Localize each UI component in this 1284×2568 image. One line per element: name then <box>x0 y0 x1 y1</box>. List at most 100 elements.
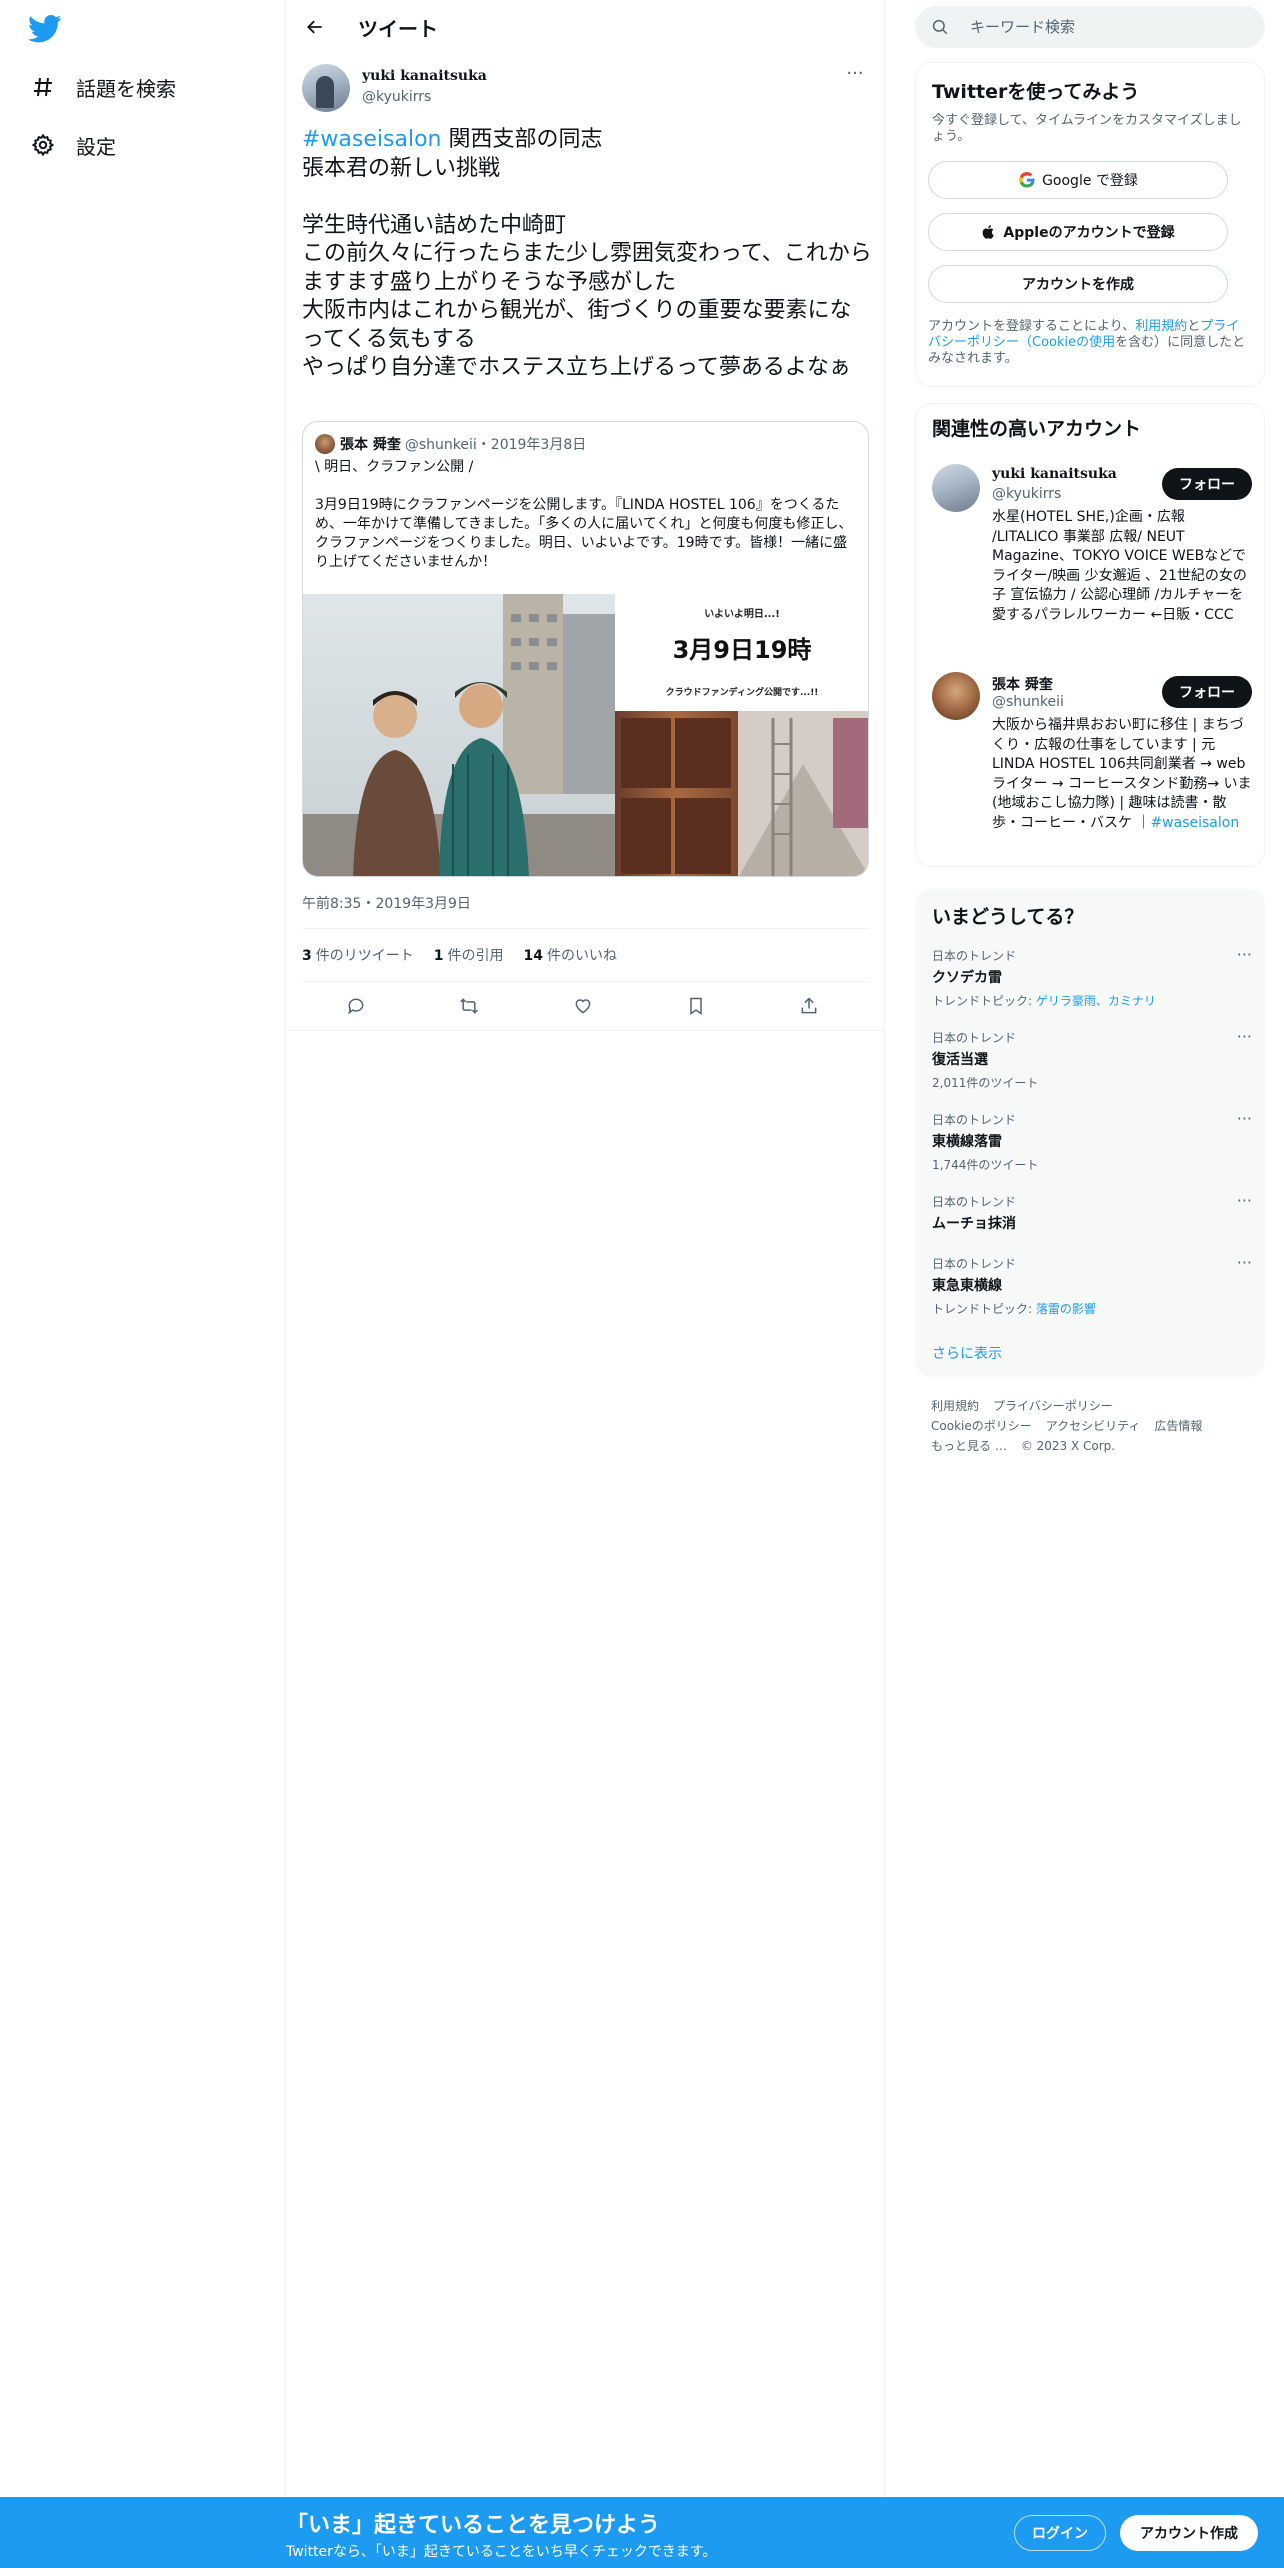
related-card-title: 関連性の高いアカウント <box>932 418 1142 440</box>
tweet-stats: 3 件のリツイート 1 件の引用 14 件のいいね <box>302 945 637 965</box>
trend-name: 復活当選 <box>932 1052 988 1068</box>
follow-button[interactable]: フォロー <box>1162 676 1252 708</box>
footer-link[interactable]: Cookieのポリシー <box>931 1419 1032 1433</box>
show-more-link[interactable]: さらに表示 <box>932 1343 1002 1363</box>
retweet-icon[interactable] <box>455 992 483 1020</box>
retweets-count: 3 <box>302 948 312 964</box>
more-options-icon[interactable]: ··· <box>1237 1191 1252 1210</box>
avatar[interactable] <box>932 464 980 512</box>
more-options-icon[interactable]: ··· <box>843 65 867 88</box>
quotes-stat[interactable]: 1 件の引用 <box>434 945 504 965</box>
trend-item[interactable]: 日本のトレンド 復活当選 2,011件のツイート ··· <box>932 1027 1252 1091</box>
author-handle[interactable]: @kyukirrs <box>362 89 431 105</box>
search-input[interactable] <box>970 16 1250 38</box>
nav-explore-label: 話題を検索 <box>76 76 176 101</box>
terms-text: アカウントを登録することにより、 <box>928 319 1136 334</box>
more-options-icon[interactable]: ··· <box>1237 1109 1252 1128</box>
likes-count: 14 <box>523 948 543 964</box>
main-column: ツイート yuki kanaitsuka @kyukirrs ··· #wase… <box>286 0 885 2497</box>
login-button[interactable]: ログイン <box>1014 2515 1106 2551</box>
related-account-bio: 水星(HOTEL SHE,)企画・広報 /LITALICO 事業部 広報/ NE… <box>992 509 1247 623</box>
author-name[interactable]: yuki kanaitsuka <box>362 68 487 84</box>
signup-banner: 「いま」起きていることを見つけよう Twitterなら、「いま」起きていることを… <box>0 2497 1284 2568</box>
create-account-label: アカウントを作成 <box>1022 277 1134 293</box>
hashtag-link[interactable]: #waseisalon <box>302 127 441 152</box>
google-signup-label: Google で登録 <box>1042 173 1138 189</box>
avatar[interactable] <box>302 64 350 112</box>
quotes-count: 1 <box>433 948 444 964</box>
more-options-icon[interactable]: ··· <box>1237 945 1252 964</box>
trends-card-title: いまどうしてる？ <box>932 906 1084 928</box>
quoted-author-name: 張本 舜奎 <box>340 437 401 453</box>
footer-link[interactable]: もっと見る … <box>931 1439 1007 1453</box>
footer-link[interactable]: プライバシーポリシー <box>993 1399 1113 1413</box>
follow-button[interactable]: フォロー <box>1162 468 1252 500</box>
related-account-bio: 大阪から福井県おおい町に移住 | まちづくり・広報の仕事をしています | 元LI… <box>992 716 1252 833</box>
more-options-icon[interactable]: ··· <box>1237 1027 1252 1046</box>
related-account-handle[interactable]: @shunkeii <box>992 694 1064 710</box>
footer-link[interactable]: 広告情報 <box>1154 1419 1202 1433</box>
trend-meta: 日本のトレンド <box>932 949 1017 963</box>
related-account-name[interactable]: yuki kanaitsuka <box>992 466 1117 482</box>
bookmark-icon[interactable] <box>682 992 710 1020</box>
footer-link[interactable]: アクセシビリティ <box>1046 1419 1141 1433</box>
tweet-author: yuki kanaitsuka @kyukirrs ··· <box>302 62 867 114</box>
copyright: © 2023 X Corp. <box>1020 1439 1116 1453</box>
signup-card-title: Twitterを使ってみよう <box>932 81 1140 103</box>
trend-item[interactable]: 日本のトレンド 東急東横線 トレンドトピック: 落雷の影響 ··· <box>932 1253 1252 1317</box>
nav-explore[interactable]: 話題を検索 <box>26 67 176 107</box>
create-account-button[interactable]: アカウントを作成 <box>928 265 1228 303</box>
signup-card-desc: 今すぐ登録して、タイムラインをカスタマイズしましょう。 <box>932 113 1242 144</box>
reply-icon[interactable] <box>342 992 370 1020</box>
trend-meta: 日本のトレンド <box>932 1031 1017 1045</box>
trend-sub: 1,744件のツイート <box>932 1158 1039 1172</box>
signup-button[interactable]: アカウント作成 <box>1120 2515 1258 2551</box>
trend-sub: 2,011件のツイート <box>932 1076 1039 1090</box>
search-bar[interactable] <box>915 6 1265 48</box>
page-title: ツイート <box>358 17 438 41</box>
quoted-media-image[interactable]: いよいよ明日...! 3月9日19時 クラウドファンディング公開です...!! <box>303 594 868 876</box>
trend-item[interactable]: 日本のトレンド ムーチョ抹消 ··· <box>932 1191 1252 1233</box>
twitter-logo-icon[interactable] <box>28 14 62 44</box>
tweet-actions <box>302 982 869 1030</box>
media-caption-date: 3月9日19時 <box>673 636 812 664</box>
trend-item[interactable]: 日本のトレンド 東横線落雷 1,744件のツイート ··· <box>932 1109 1252 1173</box>
share-icon[interactable] <box>795 992 823 1020</box>
quoted-handle-date: @shunkeii・2019年3月8日 <box>404 437 587 453</box>
related-account-name[interactable]: 張本 舜奎 <box>992 674 1053 694</box>
left-navigation: 話題を検索 設定 <box>0 0 286 2497</box>
trend-sub: トレンドトピック: ゲリラ豪雨、カミナリ <box>932 992 1252 1009</box>
trend-name: クソデカ雷 <box>932 970 1002 986</box>
terms-link[interactable]: 利用規約 <box>1135 319 1187 334</box>
trend-sub-label: トレンドトピック: <box>932 994 1036 1008</box>
banner-subtitle: Twitterなら、「いま」起きていることをいち早くチェックできます。 <box>286 2544 717 2560</box>
trend-name: 東横線落雷 <box>932 1134 1002 1150</box>
tweet-timestamp[interactable]: 午前8:35・2019年3月9日 <box>302 893 471 913</box>
back-arrow-icon[interactable] <box>300 12 330 42</box>
google-signup-button[interactable]: Google で登録 <box>928 161 1228 199</box>
bio-hashtag-link[interactable]: #waseisalon <box>1150 815 1239 831</box>
trend-item[interactable]: 日本のトレンド クソデカ雷 トレンドトピック: ゲリラ豪雨、カミナリ ··· <box>932 945 1252 1009</box>
quoted-tweet[interactable]: 張本 舜奎 @shunkeii・2019年3月8日 \ 明日、クラファン公開 /… <box>302 421 869 877</box>
related-account-handle[interactable]: @kyukirrs <box>992 486 1061 502</box>
divider <box>302 928 869 929</box>
trend-topic-link[interactable]: 落雷の影響 <box>1036 1302 1096 1316</box>
retweets-stat[interactable]: 3 件のリツイート <box>302 945 414 965</box>
divider <box>286 1030 885 1031</box>
more-options-icon[interactable]: ··· <box>1237 1253 1252 1272</box>
likes-stat[interactable]: 14 件のいいね <box>524 945 617 965</box>
avatar[interactable] <box>932 672 980 720</box>
search-icon <box>931 18 949 36</box>
footer-link[interactable]: 利用規約 <box>931 1399 979 1413</box>
trend-meta: 日本のトレンド <box>932 1195 1017 1209</box>
trend-meta: 日本のトレンド <box>932 1257 1017 1271</box>
apple-signup-button[interactable]: Appleのアカウントで登録 <box>928 213 1228 251</box>
likes-label: 件のいいね <box>546 948 617 964</box>
header-bar: ツイート <box>286 0 885 54</box>
retweets-label: 件のリツイート <box>315 948 414 964</box>
nav-settings[interactable]: 設定 <box>26 125 116 165</box>
tweet-text: #waseisalon 関西支部の同志 張本君の新しい挑戦 学生時代通い詰めた中… <box>302 126 872 383</box>
trend-topic-link[interactable]: ゲリラ豪雨、カミナリ <box>1036 994 1156 1008</box>
media-caption-bottom: クラウドファンディング公開です...!! <box>666 686 819 698</box>
like-icon[interactable] <box>569 992 597 1020</box>
